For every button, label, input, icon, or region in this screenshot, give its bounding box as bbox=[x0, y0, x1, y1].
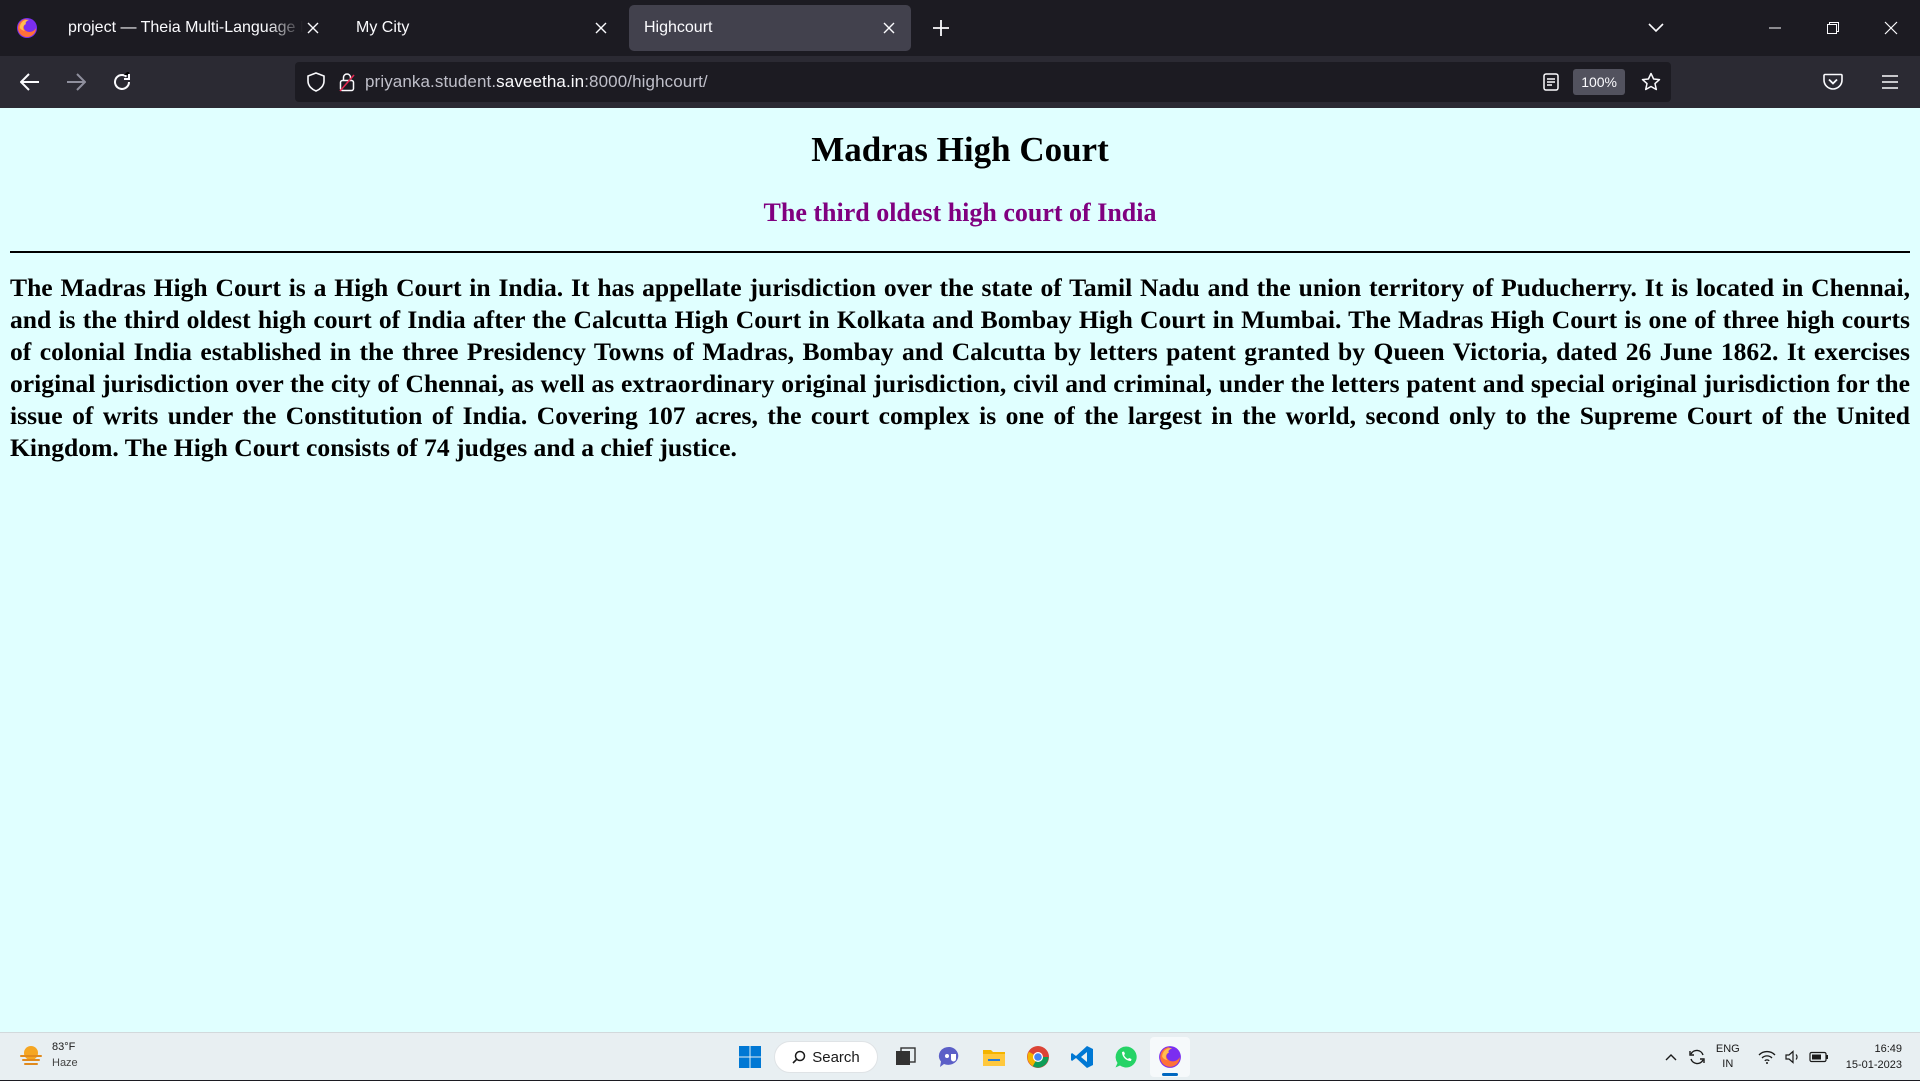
sync-icon bbox=[1689, 1049, 1705, 1065]
weather-condition: Haze bbox=[52, 1057, 78, 1069]
show-hidden-icons-button[interactable] bbox=[1658, 1053, 1684, 1061]
teams-chat-button[interactable] bbox=[930, 1037, 970, 1077]
tab-title: project — Theia Multi-Language Example bbox=[68, 19, 303, 36]
wifi-icon bbox=[1758, 1050, 1776, 1064]
restore-button[interactable] bbox=[1804, 0, 1862, 56]
windows-logo-icon bbox=[739, 1046, 761, 1068]
arrow-left-icon bbox=[20, 73, 39, 91]
tab-my-city[interactable]: My City bbox=[341, 5, 623, 51]
windows-taskbar: 83°F Haze Search ENG IN 16:49 15-01-2023 bbox=[0, 1032, 1920, 1080]
system-tray: ENG IN 16:49 15-01-2023 bbox=[1658, 1033, 1920, 1081]
wifi-status[interactable] bbox=[1754, 1050, 1780, 1064]
page-viewport: Madras High Court The third oldest high … bbox=[0, 108, 1920, 1032]
url-bar[interactable]: priyanka.student.saveetha.in:8000/highco… bbox=[295, 62, 1671, 102]
volume-status[interactable] bbox=[1780, 1050, 1806, 1064]
body-paragraph: The Madras High Court is a High Court in… bbox=[10, 273, 1910, 462]
reload-button[interactable] bbox=[102, 62, 142, 102]
lock-icon[interactable] bbox=[339, 72, 355, 92]
page-subtitle: The third oldest high court of India bbox=[763, 198, 1157, 227]
chevron-down-icon bbox=[1648, 23, 1664, 33]
input-language-indicator[interactable]: ENG IN bbox=[1716, 1042, 1740, 1072]
battery-icon bbox=[1809, 1051, 1828, 1063]
chrome-icon bbox=[1027, 1046, 1049, 1068]
whatsapp-icon bbox=[1115, 1046, 1137, 1068]
language-code: ENG bbox=[1715, 1043, 1740, 1055]
chrome-button[interactable] bbox=[1018, 1037, 1058, 1077]
close-icon[interactable] bbox=[591, 18, 611, 38]
reload-icon bbox=[114, 72, 130, 90]
url-prefix: priyanka.student. bbox=[365, 72, 497, 91]
tab-strip: project — Theia Multi-Language Example M… bbox=[0, 0, 1920, 56]
close-window-button[interactable] bbox=[1862, 0, 1920, 56]
tab-project[interactable]: project — Theia Multi-Language Example bbox=[53, 5, 335, 51]
weather-widget[interactable]: 83°F Haze bbox=[18, 1039, 78, 1071]
close-icon bbox=[1884, 21, 1898, 35]
clock-time: 16:49 bbox=[1874, 1043, 1902, 1055]
haze-weather-icon bbox=[20, 1046, 42, 1065]
task-view-icon bbox=[896, 1047, 916, 1065]
url-suffix: :8000/highcourt/ bbox=[584, 72, 708, 91]
chevron-up-icon bbox=[1665, 1054, 1677, 1061]
firefox-logo-icon[interactable] bbox=[0, 0, 53, 56]
search-icon bbox=[792, 1050, 806, 1064]
sync-status-button[interactable] bbox=[1684, 1048, 1710, 1066]
weather-temp: 83°F bbox=[52, 1041, 76, 1053]
start-button[interactable] bbox=[730, 1037, 770, 1077]
tab-highcourt[interactable]: Highcourt bbox=[629, 5, 911, 51]
arrow-right-icon bbox=[67, 73, 86, 91]
whatsapp-button[interactable] bbox=[1106, 1037, 1146, 1077]
shield-icon[interactable] bbox=[307, 72, 325, 92]
minimize-button[interactable] bbox=[1746, 0, 1804, 56]
url-host: saveetha.in bbox=[496, 72, 585, 91]
back-button[interactable] bbox=[10, 62, 50, 102]
close-icon[interactable] bbox=[303, 18, 323, 38]
plus-icon bbox=[933, 20, 949, 36]
pocket-icon bbox=[1823, 73, 1843, 90]
minimize-icon bbox=[1769, 27, 1781, 29]
folder-icon bbox=[983, 1050, 1005, 1066]
forward-button[interactable] bbox=[56, 62, 96, 102]
speaker-icon bbox=[1785, 1050, 1798, 1064]
bookmark-star-icon[interactable] bbox=[1641, 72, 1661, 92]
tab-title: My City bbox=[356, 19, 410, 36]
close-icon[interactable] bbox=[879, 18, 899, 38]
list-all-tabs-button[interactable] bbox=[1626, 0, 1686, 56]
app-menu-button[interactable] bbox=[1870, 62, 1910, 102]
hamburger-menu-icon bbox=[1882, 75, 1898, 89]
url-text[interactable]: priyanka.student.saveetha.in:8000/highco… bbox=[365, 72, 708, 92]
firefox-icon bbox=[1159, 1046, 1181, 1068]
chat-icon bbox=[938, 1046, 959, 1067]
new-tab-button[interactable] bbox=[921, 8, 961, 48]
task-view-button[interactable] bbox=[886, 1037, 926, 1077]
horizontal-rule bbox=[10, 251, 1910, 253]
vscode-icon bbox=[1071, 1046, 1093, 1068]
restore-icon bbox=[1827, 22, 1839, 34]
taskbar-search-button[interactable]: Search bbox=[774, 1041, 878, 1073]
zoom-level-button[interactable]: 100% bbox=[1573, 69, 1625, 95]
region-code: IN bbox=[1722, 1058, 1734, 1070]
clock-date: 15-01-2023 bbox=[1845, 1059, 1902, 1071]
vscode-button[interactable] bbox=[1062, 1037, 1102, 1077]
pocket-button[interactable] bbox=[1813, 62, 1853, 102]
navigation-toolbar: priyanka.student.saveetha.in:8000/highco… bbox=[0, 56, 1920, 108]
reader-view-icon[interactable] bbox=[1543, 73, 1559, 91]
page-title: Madras High Court bbox=[811, 130, 1109, 169]
file-explorer-button[interactable] bbox=[974, 1037, 1014, 1077]
taskbar-clock[interactable]: 16:49 15-01-2023 bbox=[1846, 1041, 1902, 1073]
battery-status[interactable] bbox=[1806, 1051, 1832, 1063]
firefox-taskbar-button[interactable] bbox=[1150, 1037, 1190, 1077]
tab-title: Highcourt bbox=[644, 19, 713, 36]
search-label: Search bbox=[812, 1048, 860, 1066]
